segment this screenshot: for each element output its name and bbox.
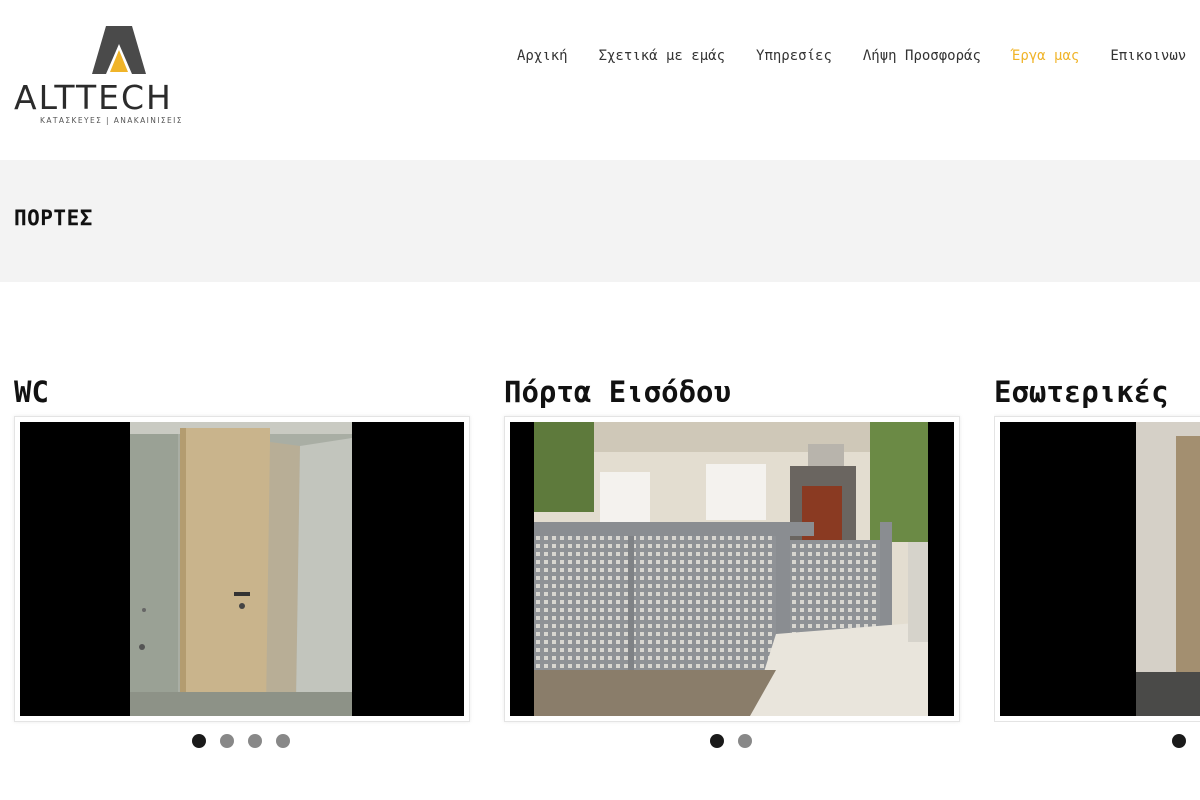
nav-item-about[interactable]: Σχετικά με εμάς [599,48,725,64]
card-title: Εσωτερικές [994,375,1169,409]
carousel-dot[interactable] [710,734,724,748]
carousel-dot[interactable] [192,734,206,748]
card-image-frame [994,416,1200,722]
carousel-dot[interactable] [220,734,234,748]
nav-item-services[interactable]: Υπηρεσίες [756,48,832,64]
project-card-interior: Εσωτερικές [994,372,1200,722]
nav-item-projects[interactable]: Έργα μας [1012,48,1079,64]
carousel-dots-entrance-door [710,734,752,748]
project-card-entrance-door: Πόρτα Εισόδου [504,372,960,722]
entrance-gate-photo [510,422,954,716]
carousel-dots-interior [1172,734,1186,748]
card-image[interactable] [1000,422,1200,716]
carousel-dot[interactable] [738,734,752,748]
card-title: Πόρτα Εισόδου [504,375,731,409]
logo-mark-icon [92,26,146,74]
interior-door-photo [1000,422,1200,716]
nav-item-get-quote[interactable]: Λήψη Προσφοράς [863,48,981,64]
brand-name: ALTTECH [14,78,173,117]
card-title: WC [14,375,49,409]
project-card-wc: WC [14,372,470,722]
wc-door-photo [20,422,464,716]
nav-item-home[interactable]: Αρχική [517,48,568,64]
card-image-frame [504,416,960,722]
carousel-dot[interactable] [276,734,290,748]
site-header: ALTTECH ΚΑΤΑΣΚΕΥΕΣ | ΑΝΑΚΑΙΝΙΣΕΙΣ Αρχική… [0,0,1200,160]
carousel-dot[interactable] [248,734,262,748]
card-image[interactable] [510,422,954,716]
brand-logo[interactable]: ALTTECH ΚΑΤΑΣΚΕΥΕΣ | ΑΝΑΚΑΙΝΙΣΕΙΣ [14,26,226,130]
nav-item-contact[interactable]: Επικοινων [1110,48,1186,64]
card-image-frame [14,416,470,722]
carousel-dot[interactable] [1172,734,1186,748]
card-image[interactable] [20,422,464,716]
main-nav: Αρχική Σχετικά με εμάς Υπηρεσίες Λήψη Πρ… [517,48,1200,64]
carousel-dots-wc [192,734,290,748]
page-title: ΠΟΡΤΕΣ [14,206,93,230]
brand-tagline: ΚΑΤΑΣΚΕΥΕΣ | ΑΝΑΚΑΙΝΙΣΕΙΣ [40,116,183,125]
page-title-band: ΠΟΡΤΕΣ [0,160,1200,282]
